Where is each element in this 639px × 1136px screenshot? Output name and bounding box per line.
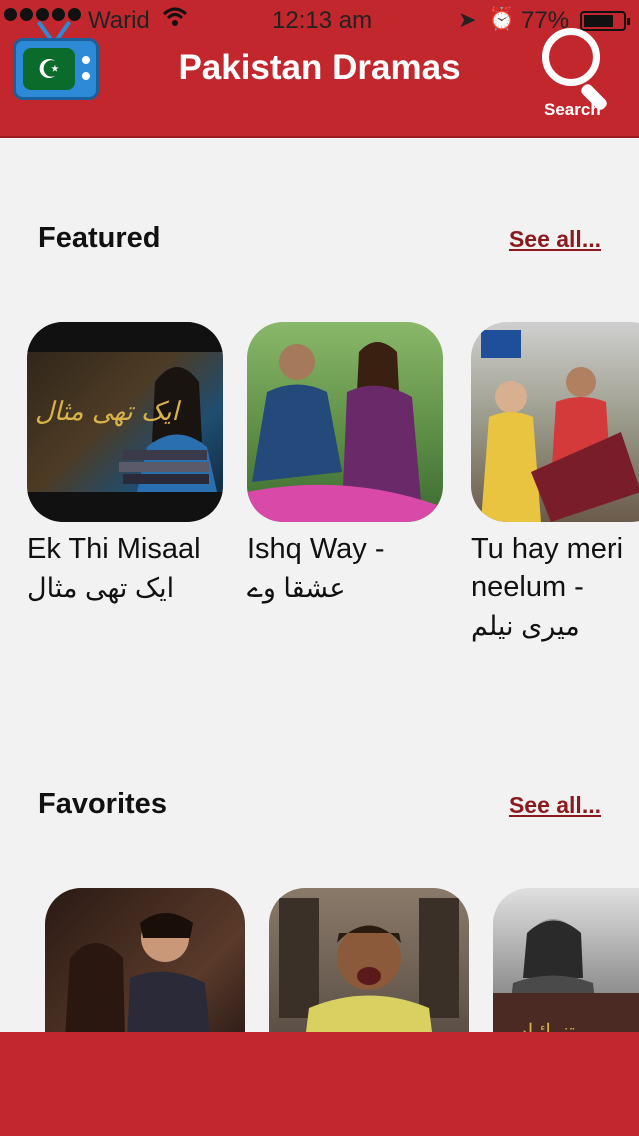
favorite-item[interactable]: تنہائیاں (493, 888, 639, 1038)
drama-thumbnail (269, 888, 469, 1038)
drama-title: Ek Thi Misaal (27, 533, 201, 565)
signal-strength-icon (4, 8, 81, 21)
drama-title-urdu: ایک تھی مثال (27, 573, 175, 603)
favorite-item[interactable] (45, 888, 245, 1038)
favorites-carousel[interactable]: تنہائیاں (0, 888, 639, 1038)
svg-text:ایک تھی مثال: ایک تھی مثال (35, 397, 182, 427)
location-arrow-icon: ➤ (458, 7, 477, 32)
featured-carousel[interactable]: ایک تھی مثال Ek Thi Misaal ایک تھی مثال … (0, 322, 639, 662)
drama-thumbnail: ایک تھی مثال (27, 322, 223, 522)
search-button-label: Search (544, 100, 601, 119)
drama-thumbnail (471, 322, 639, 522)
favorite-item[interactable] (269, 888, 469, 1038)
favorites-section-title: Favorites (38, 788, 167, 820)
featured-section-title: Featured (38, 222, 161, 254)
status-time: 12:13 am (272, 7, 373, 34)
featured-item[interactable]: ایک تھی مثال Ek Thi Misaal ایک تھی مثال (27, 322, 223, 608)
featured-see-all-link[interactable]: See all... (509, 226, 601, 253)
carrier-name: Warid (88, 7, 150, 34)
wifi-icon (162, 6, 188, 35)
app-header: Warid 12:13 am ➤ ⏰ 77% ☪ Pakistan Dramas… (0, 0, 639, 138)
featured-item[interactable]: Tu hay meri neelum - میری نیلم (471, 322, 639, 646)
drama-thumbnail (45, 888, 245, 1038)
search-icon (542, 28, 600, 86)
alarm-icon: ⏰ (488, 6, 516, 31)
drama-title: Ishq Way - (247, 533, 385, 565)
drama-thumbnail (247, 322, 443, 522)
drama-title: Tu hay meri neelum - (471, 533, 624, 603)
drama-thumbnail: تنہائیاں (493, 888, 639, 1038)
search-button[interactable]: Search (536, 24, 616, 124)
drama-title-urdu: میری نیلم (471, 611, 580, 641)
bottom-tab-bar (0, 1032, 639, 1136)
featured-item[interactable]: Ishq Way - عشقا وے (247, 322, 443, 608)
favorites-see-all-link[interactable]: See all... (509, 792, 601, 819)
drama-title-urdu: عشقا وے (247, 573, 346, 603)
